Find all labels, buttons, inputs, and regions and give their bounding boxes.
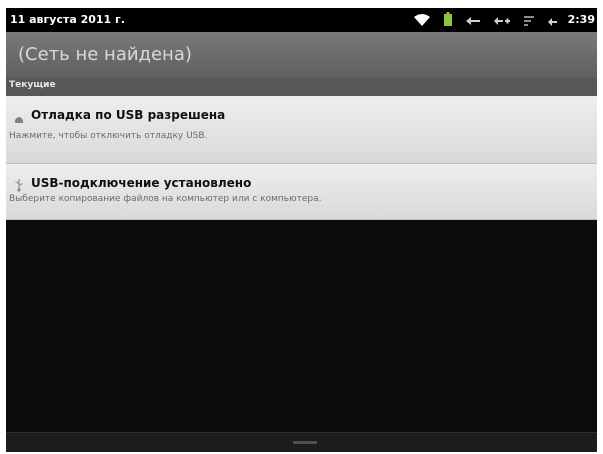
status-clock: 2:39 [567, 13, 595, 26]
back-icon[interactable] [466, 11, 480, 30]
home-icon[interactable] [548, 11, 557, 30]
notification-usb-debugging[interactable]: Отладка по USB разрешена Нажмите, чтобы … [6, 96, 597, 164]
battery-icon [444, 11, 452, 30]
notification-title: USB-подключение установлено [31, 176, 252, 190]
drag-handle[interactable] [293, 441, 317, 444]
section-label: Текущие [9, 80, 56, 90]
notification-shade-bottom[interactable] [6, 432, 597, 452]
volume-icon[interactable] [494, 11, 510, 30]
status-icons [414, 11, 557, 29]
notification-text: Выберите копирование файлов на компьютер… [9, 194, 322, 204]
device-screen: 11 августа 2011 г. 2:39 (Сеть не найдена… [6, 8, 597, 452]
notification-usb-connection[interactable]: USB-подключение установлено Выберите коп… [6, 164, 597, 220]
android-icon [14, 109, 24, 128]
section-header: Текущие [6, 78, 597, 96]
menu-icon[interactable] [524, 11, 534, 30]
status-bar: 11 августа 2011 г. 2:39 [6, 8, 597, 32]
notification-title: Отладка по USB разрешена [31, 108, 226, 122]
page-title: (Сеть не найдена) [18, 44, 192, 65]
network-title-bar: (Сеть не найдена) [6, 32, 597, 78]
wifi-icon [414, 11, 430, 30]
notification-text: Нажмите, чтобы отключить отладку USB. [9, 131, 208, 141]
status-date: 11 августа 2011 г. [10, 13, 125, 26]
